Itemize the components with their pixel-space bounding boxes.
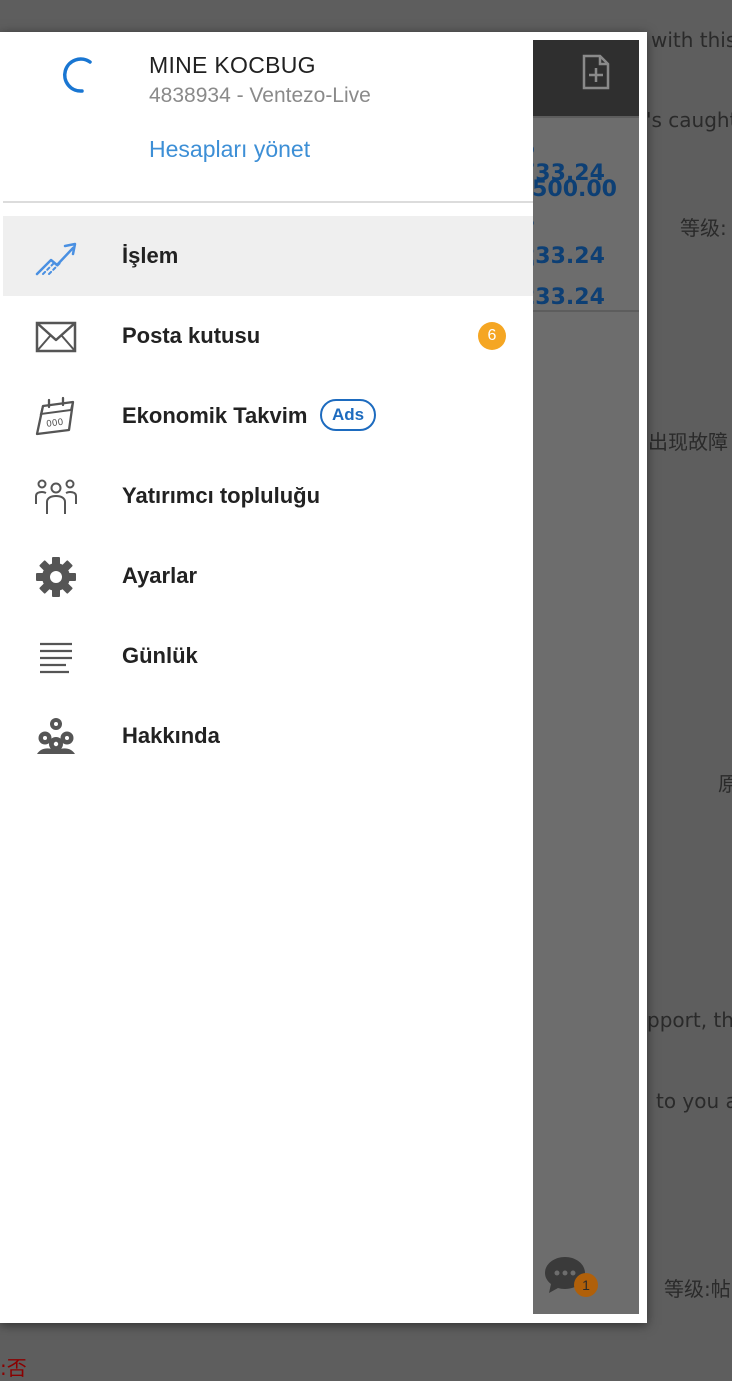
journal-lines-icon <box>33 634 79 680</box>
new-document-icon[interactable] <box>581 54 611 90</box>
account-info: 4838934 - Ventezo-Live <box>149 84 371 107</box>
menu-item-hakkinda[interactable]: Hakkında <box>3 696 533 776</box>
menu-label: Ayarlar <box>122 563 198 588</box>
background-text: 原 <box>718 772 732 796</box>
ads-tag: Ads <box>320 399 376 431</box>
menu-label: Yatırımcı topluluğu <box>122 483 321 508</box>
gear-icon <box>33 554 79 600</box>
menu-label: Ekonomik Takvim <box>122 403 308 428</box>
drawer-menu: İşlem Posta kutusu 6 000 Ekonomik Takvim… <box>3 216 533 776</box>
menu-label: Günlük <box>122 643 198 668</box>
calendar-icon: 000 <box>33 394 79 440</box>
menu-item-ayarlar[interactable]: Ayarlar <box>3 536 533 616</box>
divider <box>3 201 533 203</box>
balance-value: 7 233.24 <box>520 260 605 310</box>
menu-label: Hakkında <box>122 723 220 748</box>
menu-label: Posta kutusu <box>122 323 261 348</box>
user-name: MINE KOCBUG <box>149 52 316 78</box>
divider <box>533 116 639 118</box>
background-text: 等级: <box>680 216 727 240</box>
navigation-drawer: MINE KOCBUG 4838934 - Ventezo-Live Hesap… <box>0 40 533 1314</box>
background-text: 等级:帖 <box>664 1277 731 1301</box>
menu-item-gunluk[interactable]: Günlük <box>3 616 533 696</box>
background-text: 出现故障 <box>648 430 728 454</box>
community-icon <box>33 474 79 520</box>
menu-item-islem[interactable]: İşlem <box>3 216 533 296</box>
menu-label: İşlem <box>122 243 179 268</box>
balance-value: 500.00 <box>532 177 617 202</box>
menu-item-ekonomik-takvim[interactable]: 000 Ekonomik Takvim Ads <box>3 376 533 456</box>
menu-item-posta-kutusu[interactable]: Posta kutusu 6 <box>3 296 533 376</box>
divider <box>533 310 639 312</box>
loading-spinner-icon <box>58 56 98 96</box>
svg-text:000: 000 <box>46 418 65 430</box>
unread-badge: 6 <box>478 322 506 350</box>
screenshot-frame: 5 733.24 500.00 7 233.24 7 233.24 1 MINE… <box>0 32 647 1323</box>
trade-chart-icon <box>33 234 79 280</box>
background-text: to you a <box>656 1089 732 1113</box>
about-logo-icon <box>33 714 79 760</box>
chat-badge-count: 1 <box>574 1273 598 1297</box>
manage-accounts-link[interactable]: Hesapları yönet <box>149 136 310 163</box>
mail-icon <box>33 314 79 360</box>
background-text-red: :否 <box>0 1356 27 1380</box>
background-text: 's caught <box>646 108 732 132</box>
background-text: with this <box>651 28 732 52</box>
background-text: pport, the <box>647 1008 732 1032</box>
menu-item-yatirimci-toplulugu[interactable]: Yatırımcı topluluğu <box>3 456 533 536</box>
phone-screen: 5 733.24 500.00 7 233.24 7 233.24 1 MINE… <box>0 40 639 1314</box>
